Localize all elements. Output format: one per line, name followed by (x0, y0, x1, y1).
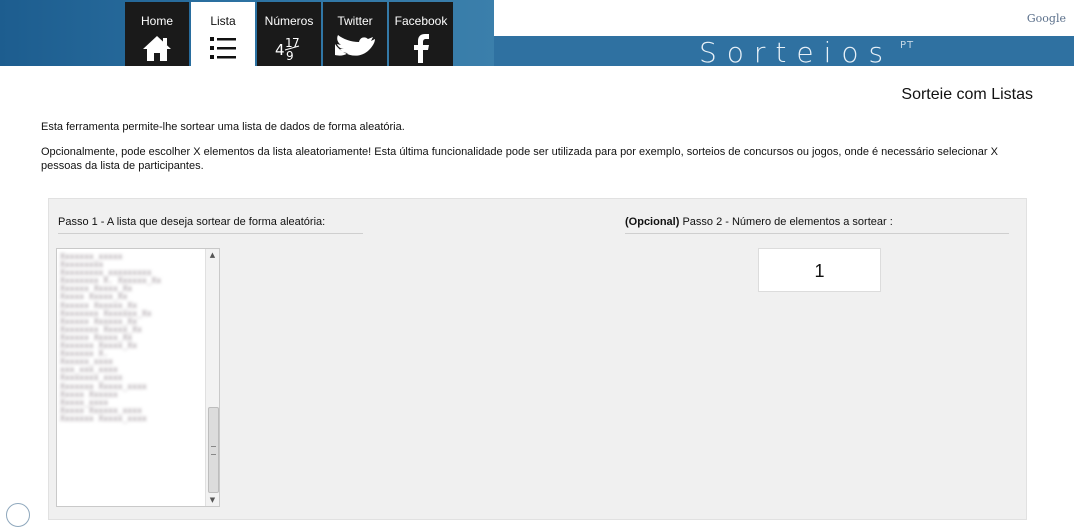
optional-note-text: Opcionalmente, pode escolher X elementos… (41, 146, 998, 172)
list-entries: Xxxxxxx_xxxxx Xxxxxxxxx Xxxxxxxxx_xxxxxxxx… (60, 253, 202, 423)
tab-numeros[interactable]: Números 4 1 7 9 (257, 2, 321, 66)
scroll-down-arrow-icon[interactable]: ▼ (206, 494, 219, 506)
tab-twitter[interactable]: Twitter (323, 2, 387, 66)
list-item: Xxxxxxx Xxxxx_xxxx (60, 382, 147, 391)
list-textarea[interactable]: Xxxxxxx_xxxxx Xxxxxxxxx Xxxxxxxxx_xxxxxxxx… (56, 248, 220, 507)
scroll-up-arrow-icon[interactable]: ▲ (206, 249, 219, 261)
home-icon (125, 32, 189, 64)
step1-divider (58, 233, 363, 234)
google-bar: Google (494, 0, 1074, 36)
thumb-grip-icon (211, 446, 216, 455)
list-item: Xxxxxxx X. (60, 350, 109, 359)
element-count-input[interactable]: 1 (758, 248, 881, 292)
tab-facebook[interactable]: Facebook (389, 2, 453, 66)
list-item: Xxxxx Xxxxxx (60, 390, 118, 399)
tab-home-label: Home (140, 14, 173, 28)
list-item: Xxxxx Xxxxx_Xx (60, 293, 128, 302)
intro-text: Esta ferramenta permite-lhe sortear uma … (41, 121, 405, 133)
list-icon (191, 32, 255, 64)
list-item: Xxxxxx_xxxx (60, 358, 113, 367)
draw-panel: Passo 1 - A lista que deseja sortear de … (48, 198, 1027, 520)
list-item: Xxxxxx Xxxxx_Xx (60, 285, 133, 294)
tab-twitter-label: Twitter (337, 14, 373, 28)
main-nav: Home Lista Números 4 1 7 9 Twitter Faceb… (125, 2, 455, 66)
tab-lista-label: Lista (210, 14, 236, 28)
facebook-icon (389, 32, 453, 64)
list-item: Xxxxx_xxxx (60, 398, 109, 407)
list-item: Xxxxxxxxx (60, 261, 104, 270)
list-item: Xxxxxxxx X. Xxxxxx_Xx (60, 277, 162, 286)
site-logo-suffix: PT (900, 40, 915, 51)
step2-divider (625, 233, 1009, 234)
tab-home[interactable]: Home (125, 2, 189, 66)
list-item: Xxxxxxx Xxxxx_Xx (60, 342, 138, 351)
twitter-bird-icon (323, 32, 387, 64)
list-item: Xxxxx Xxxxxx_xxxx (60, 406, 142, 415)
step2-label-text: Passo 2 - Número de elementos a sortear … (679, 216, 893, 228)
list-item: xxx_xxx_xxxx (60, 366, 118, 375)
page-title: Sorteie com Listas (901, 86, 1033, 103)
site-logo[interactable]: Sorteios (699, 36, 893, 69)
list-item: Xxxxxxxx_xxxx (60, 374, 123, 383)
list-scrollbar[interactable]: ▲ ▼ (205, 249, 219, 506)
step2-optional: (Opcional) (625, 216, 680, 228)
tab-facebook-label: Facebook (394, 14, 448, 28)
list-item: Xxxxxxxxx_xxxxxxxxx (60, 269, 152, 278)
list-item: Xxxxxxx_xxxxx (60, 253, 123, 261)
list-item: Xxxxxx Xxxxxx_Xx (60, 317, 138, 326)
list-item: Xxxxxxxx Xxxxxxx_Xx (60, 309, 152, 318)
svg-text:9: 9 (286, 49, 294, 63)
numbers-icon: 4 1 7 9 (257, 32, 321, 64)
list-item: Xxxxxx Xxxxx_Xx (60, 333, 133, 342)
list-item: Xxxxxx Xxxxxx_Xx (60, 301, 138, 310)
step1-label: Passo 1 - A lista que deseja sortear de … (58, 216, 326, 228)
list-item: Xxxxxxxx Xxxxx_Xx (60, 325, 142, 334)
svg-text:4: 4 (275, 41, 285, 59)
tab-lista[interactable]: Lista (191, 2, 255, 66)
scroll-thumb[interactable] (208, 407, 219, 493)
tab-numeros-label: Números (264, 14, 314, 28)
google-logo[interactable]: Google (1027, 12, 1066, 25)
feedback-circle-icon[interactable] (6, 503, 30, 527)
list-item: Xxxxxxx Xxxxx_xxxx (60, 414, 147, 423)
step2-label: (Opcional) Passo 2 - Número de elementos… (625, 216, 893, 228)
